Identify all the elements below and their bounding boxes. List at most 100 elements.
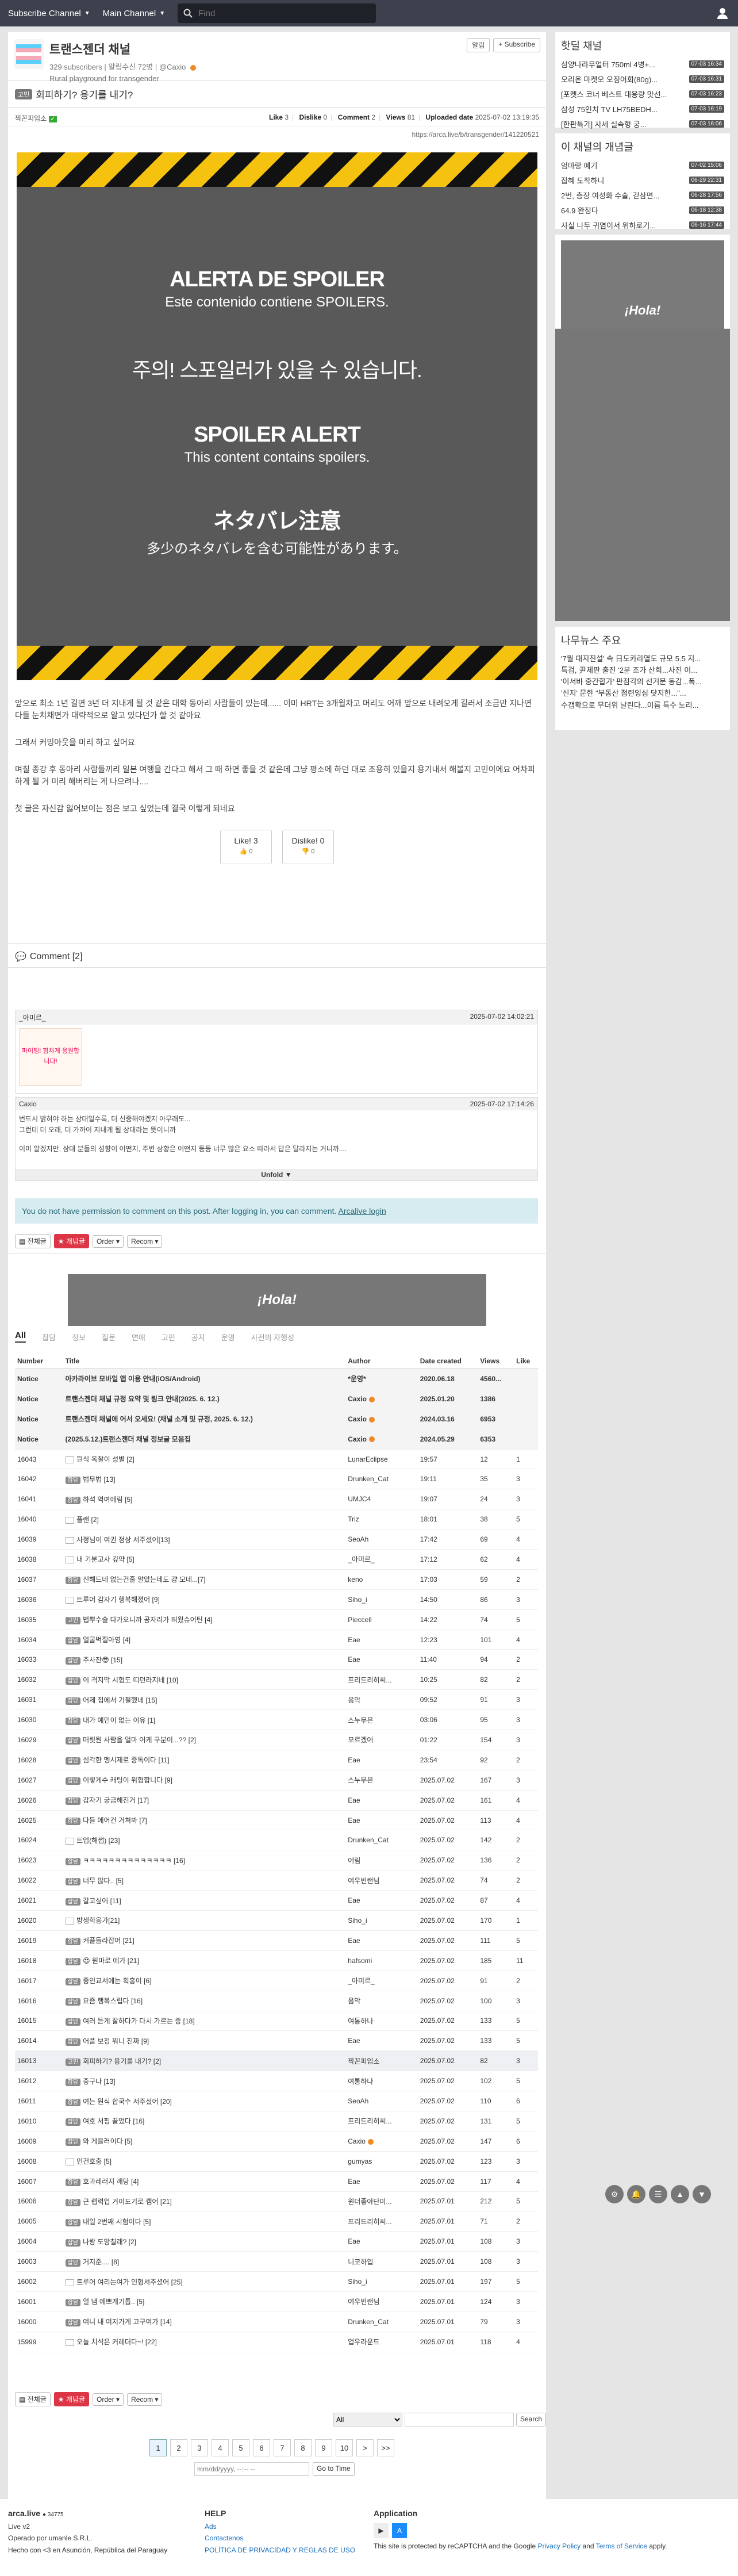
table-row[interactable]: 16000 잡담 여니 내 여지가게 고구여가 [14] Drunken_Cat 202… <box>15 2312 538 2332</box>
row-title[interactable]: (2025.5.12.)트랜스젠더 채널 정보글 모음집 <box>63 1429 346 1450</box>
row-author[interactable]: 여통하나 <box>345 2071 418 2092</box>
row-author[interactable]: UMJC4 <box>345 1489 418 1510</box>
row-author[interactable]: SeoAh <box>345 1529 418 1550</box>
table-row[interactable]: 16004 잡담 나랑 도망칠래? [2] Eae 2025.07.01 108 3 <box>15 2231 538 2252</box>
news-item[interactable]: '이서바 중간합가' 판점각의 선거문 동감...폭... <box>561 676 724 688</box>
table-row[interactable]: 16027 잡담 이렇게수 캐팅이 위험합니다 [9] 스누무믄 2025.07.02 1… <box>15 1770 538 1791</box>
bookmark-icon[interactable]: ☰ <box>649 2185 667 2203</box>
tab-operation[interactable]: 운영 <box>221 1332 235 1343</box>
order-select[interactable]: Order ▾ <box>93 1235 124 1248</box>
sidebar-item[interactable]: 2번, 층장 여성화 수술, 걷삼면... 06-28 17:56 <box>561 187 724 202</box>
row-author[interactable]: _아미르_ <box>345 1971 418 1991</box>
row-author[interactable]: Siho_i <box>345 1589 418 1610</box>
row-title[interactable]: 고민 회피하기? 용기를 내기? [2] <box>63 2050 346 2072</box>
table-row[interactable]: 16032 잡담 이 격지막 시험도 띠던라지네 [10] 프리드리히씨... 10:2… <box>15 1669 538 1690</box>
row-author[interactable]: 짝꼰피임소 <box>345 2050 418 2072</box>
row-author[interactable]: 프리드리히씨... <box>345 2211 418 2232</box>
table-row[interactable]: 16022 잡담 너무 많다.. [5] 여우빈랜님 2025.07.02 74 2 <box>15 1870 538 1891</box>
table-row[interactable]: 16006 잡담 근 렙력업 거이도기로 캠어 [21] 원더좋아단미... 2025.… <box>15 2191 538 2212</box>
user-icon[interactable] <box>716 7 729 21</box>
table-row[interactable]: 16016 잡담 요즘 행복스럽다 [16] 음악 2025.07.02 100 3 <box>15 1991 538 2011</box>
row-author[interactable]: hafsomi <box>345 1950 418 1971</box>
post-author[interactable]: 짝꼰피임소 ✓ <box>15 113 57 123</box>
list-search-input[interactable] <box>405 2413 514 2426</box>
page-8[interactable]: 8 <box>294 2439 312 2456</box>
row-title[interactable]: 잡담 ㅋㅋㅋㅋㅋㅋㅋㅋㅋㅋㅋㅋㅋㅋ [16] <box>63 1850 346 1871</box>
news-item[interactable]: '7월 대지진설' 속 日도카라열도 규모 5.5 지... <box>561 653 724 665</box>
table-row[interactable]: 16042 잡담 법무법 [13] Drunken_Cat 19:11 35 3 <box>15 1469 538 1490</box>
row-author[interactable]: Caxio <box>345 2131 418 2152</box>
row-title[interactable]: 잡담 신해드네 없는건줄 알았는데도 걍 모네...[7] <box>63 1569 346 1590</box>
row-title[interactable]: 잡담 갈고싶어 [11] <box>63 1890 346 1911</box>
privacy-link[interactable]: Privacy Policy <box>537 2542 581 2550</box>
sidebar-item[interactable]: 삼성 75인치 TV LH75BEDH... 07-03 16:19 <box>561 101 724 116</box>
row-title[interactable]: 잡담 어플 보정 뭐니 진짜 [9] <box>63 2030 346 2052</box>
page-4[interactable]: 4 <box>212 2439 229 2456</box>
app-store-icon[interactable]: A <box>392 2523 407 2538</box>
sidebar-item[interactable]: 64.9 완정다 06-18 12:38 <box>561 202 724 217</box>
table-row[interactable]: 16038□내 기분고사 깊약 [5]_아미르_17:12624 <box>15 1549 538 1570</box>
table-row[interactable]: 16008□인건호충 [5]gumyas2025.07.021233 <box>15 2151 538 2172</box>
row-author[interactable]: Caxio <box>345 1389 418 1409</box>
row-author[interactable]: Caxio <box>345 1409 418 1429</box>
table-row[interactable]: 16007 잡담 호과레러지 깨당 [4] Eae 2025.07.02 117 4 <box>15 2171 538 2192</box>
row-author[interactable]: 스누무믄 <box>345 1709 418 1731</box>
row-title[interactable]: 잡담 내가 예민이 없는 이유 [1] <box>63 1709 346 1731</box>
row-title[interactable]: 트랜스젠더 채널에 어서 오세요! (채널 소개 및 규정, 2025. 6. … <box>63 1409 346 1429</box>
sidebar-item[interactable]: [포켓스 코너 베스트 대용량 맛선... 07-03 16:23 <box>561 86 724 101</box>
ad-banner[interactable]: ¡Hola! <box>68 1274 486 1326</box>
row-author[interactable]: 음악 <box>345 1689 418 1711</box>
page-12[interactable]: >> <box>377 2439 394 2456</box>
sidebar-item[interactable]: 사실 나두 귀염이서 위하로기... 06-16 17:44 <box>561 217 724 232</box>
row-title[interactable]: 잡담 여니 내 여지가게 고구여가 [14] <box>63 2312 346 2332</box>
row-author[interactable]: Pieccell <box>345 1609 418 1630</box>
row-title[interactable]: 잡담 요즘 행복스럽다 [16] <box>63 1991 346 2011</box>
row-title[interactable]: 잡담 어제 집에서 기절했네 [15] <box>63 1689 346 1711</box>
row-title[interactable]: 잡담 섬각한 멩시제로 중독이다 [11] <box>63 1750 346 1770</box>
row-author[interactable]: Drunken_Cat <box>345 2312 418 2332</box>
row-author[interactable]: 어림 <box>345 1850 418 1871</box>
row-title[interactable]: 잡담 머릿뭔 사람을 얼마 어케 구분이...?? [2] <box>63 1730 346 1750</box>
news-item[interactable]: '신지' 문한 "부동산 점련잉심 닷지한..."... <box>561 688 724 699</box>
row-author[interactable]: 음악 <box>345 1991 418 2011</box>
post-permalink[interactable]: https://arca.live/b/transgender/14122052… <box>8 127 546 142</box>
news-title[interactable]: 나무뉴스 주요 <box>555 627 730 651</box>
tab-love[interactable]: 연애 <box>132 1332 145 1343</box>
sidebar-item[interactable]: [한판특가] 사세 실속형 궁... 07-03 16:06 <box>561 116 724 131</box>
table-row[interactable]: 16030 잡담 내가 예민이 없는 이유 [1] 스누무믄 03:06 95 3 <box>15 1709 538 1731</box>
footer-contact-link[interactable]: Contactenos <box>205 2532 355 2544</box>
sidebar-item[interactable]: 오리온 마켓오 오징어회(80g)... 07-03 16:31 <box>561 71 724 86</box>
row-author[interactable]: 여통하나 <box>345 2011 418 2031</box>
row-title[interactable]: 잡담 커플들라잡어 [21] <box>63 1930 346 1951</box>
table-row[interactable]: 15999□오늘 치석은 커레더다~! [22]업우라운드2025.07.011… <box>15 2332 538 2352</box>
channel-title[interactable]: 트랜스젠더 채널 <box>49 40 196 57</box>
notice-row[interactable]: Notice 트랜스젠더 채널 규정 요약 및 링크 안내(2025. 6. 12… <box>15 1389 538 1409</box>
row-author[interactable]: 여우빈랜님 <box>345 2291 418 2312</box>
search-input[interactable] <box>198 8 366 18</box>
row-author[interactable]: 스누무믄 <box>345 1770 418 1791</box>
scroll-top-icon[interactable]: ▲ <box>671 2185 689 2203</box>
row-author[interactable]: 프리드리히씨... <box>345 2111 418 2132</box>
row-title[interactable]: 잡담 중구나 [13] <box>63 2071 346 2092</box>
sidebar-item[interactable]: 잡혜 도착하니 06-29 22:31 <box>561 172 724 187</box>
row-title[interactable]: 잡담 여호 서핑 끌었다 [16] <box>63 2111 346 2132</box>
recom-select[interactable]: Recom ▾ <box>127 1235 163 1248</box>
all-posts-button[interactable]: ▤ 전체글 <box>15 2392 51 2406</box>
table-row[interactable]: 16018 잡담 😍 원마로 에가 [21] hafsomi 2025.07.02 185… <box>15 1950 538 1971</box>
row-title[interactable]: □트루어 여리는여가 인형셔주셨어 [25] <box>63 2271 346 2292</box>
row-title[interactable]: 잡담 이렇게수 캐팅이 위험합니다 [9] <box>63 1770 346 1791</box>
row-title[interactable]: 고민 법뿌수술 다가오니까 공자리가 띄웠슈어틴 [4] <box>63 1609 346 1630</box>
row-title[interactable]: 잡담 법무법 [13] <box>63 1469 346 1490</box>
row-author[interactable]: keno <box>345 1569 418 1590</box>
row-author[interactable]: SeoAh <box>345 2091 418 2111</box>
table-row[interactable]: 16033 잡담 주사잔😎 [15] Eae 11:40 94 2 <box>15 1649 538 1670</box>
list-search-button[interactable]: Search <box>516 2413 547 2426</box>
main-channel-menu[interactable]: Main Channel ▼ <box>103 9 165 18</box>
settings-icon[interactable]: ⚙ <box>605 2185 624 2203</box>
page-6[interactable]: 6 <box>253 2439 270 2456</box>
row-author[interactable]: 원더좋아단미... <box>345 2191 418 2212</box>
row-author[interactable]: 니코하입 <box>345 2251 418 2272</box>
row-author[interactable]: 모르겠어 <box>345 1730 418 1750</box>
subscribe-channel-menu[interactable]: Subscribe Channel ▼ <box>8 9 90 18</box>
table-row[interactable]: 16014 잡담 어플 보정 뭐니 진짜 [9] Eae 2025.07.02 133 5 <box>15 2030 538 2052</box>
